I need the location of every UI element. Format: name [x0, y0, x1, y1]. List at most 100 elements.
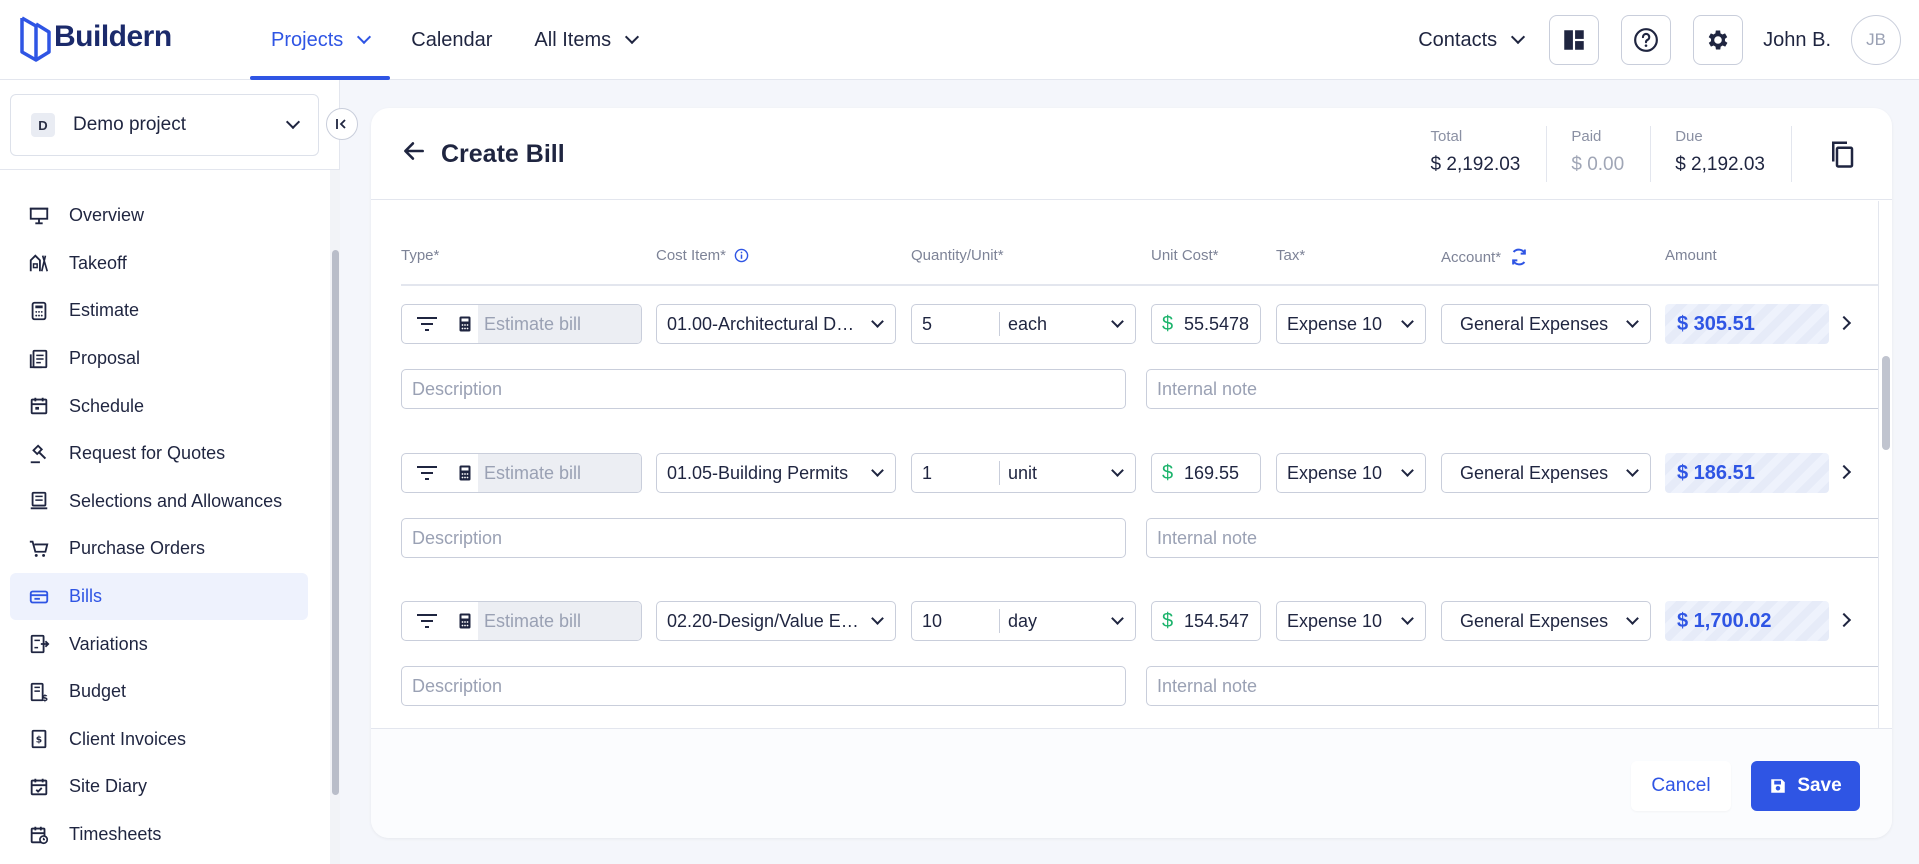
nav-calendar-label: Calendar — [411, 28, 493, 51]
copy-button[interactable] — [1792, 126, 1892, 182]
tax-select[interactable]: Expense 10 — [1276, 453, 1426, 493]
tax-select[interactable]: Expense 10 — [1276, 601, 1426, 641]
sidebar-item-label: Schedule — [69, 395, 145, 416]
cost-item-select[interactable]: 02.20-Design/Value Engineering — [656, 601, 896, 641]
column-header-tax: Tax* — [1276, 247, 1306, 264]
nav-calendar[interactable]: Calendar — [390, 0, 513, 80]
cancel-button[interactable]: Cancel — [1631, 761, 1731, 811]
sidebar-item-budget[interactable]: $ Budget — [10, 668, 308, 716]
quantity-unit-field[interactable]: 1 unit — [911, 453, 1136, 493]
calculator-icon[interactable] — [452, 454, 478, 492]
tax-value: Expense 10 — [1287, 462, 1383, 483]
sidebar-item-site-diary[interactable]: Site Diary — [10, 763, 308, 811]
sidebar-item-request-for-quotes[interactable]: Request for Quotes — [10, 430, 308, 478]
sidebar-item-label: Client Invoices — [69, 728, 187, 749]
chevron-right-icon[interactable] — [1836, 464, 1852, 480]
internal-note-input[interactable]: Internal note — [1146, 518, 1881, 558]
sidebar-item-estimate[interactable]: Estimate — [10, 287, 308, 335]
avatar[interactable]: JB — [1851, 15, 1901, 65]
sidebar-item-selections-and-allowances[interactable]: Selections and Allowances — [10, 478, 308, 526]
description-input[interactable]: Description — [401, 518, 1126, 558]
summary-paid: Paid $ 0.00 — [1547, 126, 1652, 182]
quantity-unit-field[interactable]: 5 each — [911, 304, 1136, 344]
summary-paid-label: Paid — [1571, 128, 1602, 145]
settings-button[interactable] — [1693, 15, 1744, 65]
user-name: John B. — [1763, 28, 1831, 51]
chevron-down-icon — [357, 29, 372, 45]
internal-note-input[interactable]: Internal note — [1146, 369, 1881, 409]
unit-cost-input[interactable]: $ 154.547 — [1151, 601, 1261, 641]
description-input[interactable]: Description — [401, 369, 1126, 409]
presentation-icon — [29, 207, 49, 225]
nav-projects[interactable]: Projects — [250, 0, 391, 80]
contacts-menu[interactable]: Contacts — [1418, 29, 1526, 52]
quantity-input[interactable]: 5 — [912, 312, 1000, 336]
sidebar-item-label: Timesheets — [69, 824, 162, 845]
sidebar-item-purchase-orders[interactable]: Purchase Orders — [10, 525, 308, 573]
calculator-icon[interactable] — [452, 305, 478, 343]
items-scrollbar[interactable] — [1878, 201, 1892, 728]
sidebar-item-label: Budget — [69, 681, 127, 702]
items-scrollbar-thumb[interactable] — [1882, 356, 1890, 450]
account-select[interactable]: General Expenses — [1441, 601, 1651, 641]
unit-cost-input[interactable]: $ 55.5478 — [1151, 304, 1261, 344]
cost-item-select[interactable]: 01.00-Architectural Design — [656, 304, 896, 344]
amount-value: $ 1,700.02 — [1665, 601, 1829, 641]
unit-select[interactable]: each — [1000, 314, 1047, 335]
type-selector[interactable]: Estimate bill — [401, 304, 642, 344]
info-icon[interactable] — [734, 248, 749, 263]
sidebar-item-timesheets[interactable]: Timesheets — [10, 811, 308, 859]
tax-value: Expense 10 — [1287, 313, 1383, 334]
sidebar-item-proposal[interactable]: Proposal — [10, 335, 308, 383]
unit-select[interactable]: unit — [1000, 463, 1037, 484]
logo-text: Buildern — [54, 20, 172, 53]
tax-select[interactable]: Expense 10 — [1276, 304, 1426, 344]
calendar-icon — [30, 397, 48, 415]
unit-cost-value: 55.5478 — [1184, 313, 1250, 334]
unit-cost-input[interactable]: $ 169.55 — [1151, 453, 1261, 493]
dashboard-button[interactable] — [1549, 15, 1600, 65]
chevron-right-icon[interactable] — [1836, 612, 1852, 628]
refresh-icon[interactable] — [1509, 247, 1529, 267]
type-selector[interactable]: Estimate bill — [401, 601, 642, 641]
account-select[interactable]: General Expenses — [1441, 304, 1651, 344]
summary-total: Total $ 2,192.03 — [1407, 126, 1548, 182]
calculator-icon[interactable] — [452, 602, 478, 640]
sidebar-item-variations[interactable]: Variations — [10, 620, 308, 668]
bills-icon — [29, 590, 49, 603]
internal-note-input[interactable]: Internal note — [1146, 666, 1881, 706]
nav-all-items[interactable]: All Items — [513, 0, 658, 80]
save-button[interactable]: Save — [1751, 761, 1860, 811]
quantity-input[interactable]: 1 — [912, 461, 1000, 485]
project-selector[interactable]: D Demo project — [10, 94, 319, 156]
type-selector[interactable]: Estimate bill — [401, 453, 642, 493]
sidebar-scrollbar[interactable] — [330, 170, 340, 864]
collapse-sidebar-button[interactable] — [326, 108, 358, 140]
back-arrow-icon[interactable] — [401, 138, 427, 164]
help-button[interactable] — [1621, 15, 1672, 65]
unit-select[interactable]: day — [1000, 611, 1037, 632]
sidebar-item-schedule[interactable]: Schedule — [10, 382, 308, 430]
quantity-unit-field[interactable]: 10 day — [911, 601, 1136, 641]
description-input[interactable]: Description — [401, 666, 1126, 706]
account-select[interactable]: General Expenses — [1441, 453, 1651, 493]
sidebar-item-takeoff[interactable]: Takeoff — [10, 240, 308, 288]
sidebar-item-bills[interactable]: Bills — [10, 572, 308, 621]
invoice-icon: $ — [31, 730, 47, 749]
chevron-right-icon[interactable] — [1836, 315, 1852, 331]
sidebar-scrollbar-thumb[interactable] — [332, 250, 339, 795]
cost-item-value: 01.00-Architectural Design — [667, 313, 880, 334]
cost-item-select[interactable]: 01.05-Building Permits — [656, 453, 896, 493]
summary-total-value: $ 2,192.03 — [1430, 154, 1521, 175]
sidebar-item-overview[interactable]: Overview — [10, 192, 308, 240]
sidebar-item-client-invoices[interactable]: $ Client Invoices — [10, 716, 308, 764]
logo[interactable]: Buildern — [18, 12, 172, 62]
filter-icon[interactable] — [402, 454, 452, 492]
quantity-input[interactable]: 10 — [912, 609, 1000, 633]
filter-icon[interactable] — [402, 305, 452, 343]
type-value: Estimate bill — [478, 602, 641, 640]
filter-icon[interactable] — [402, 602, 452, 640]
sidebar-menu: Overview Takeoff Estimate Proposal Sched… — [10, 192, 308, 858]
project-badge: D — [31, 113, 55, 137]
type-value: Estimate bill — [478, 305, 641, 343]
